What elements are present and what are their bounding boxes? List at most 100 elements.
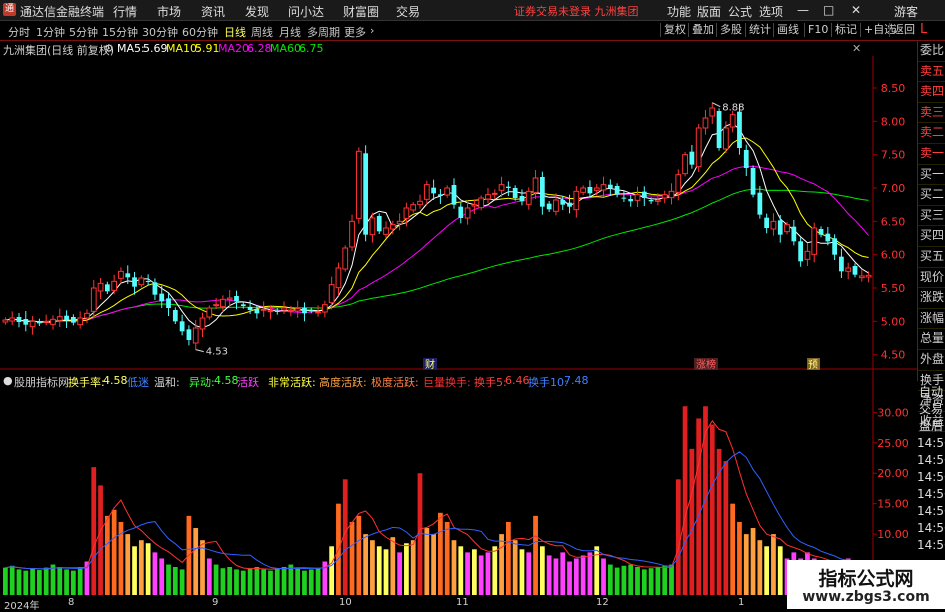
tab-15min[interactable]: 15分钟 <box>102 24 138 40</box>
candle-body-up <box>369 217 376 236</box>
trade-item-0[interactable]: 自动 <box>917 384 945 401</box>
candle-body-down <box>458 206 464 218</box>
trade-time-5: 14:56 <box>917 521 945 535</box>
price-tick-label: 8.00 <box>881 115 906 128</box>
menu-caifuquan[interactable]: 财富圈 <box>343 3 379 20</box>
ma10-value: 5.91 <box>195 42 220 55</box>
turnover-bar <box>159 558 165 595</box>
more-chevron-icon[interactable]: › <box>370 24 374 37</box>
ma60-value: 6.75 <box>299 42 324 55</box>
diejia-button[interactable]: 叠加 <box>688 23 717 37</box>
candle-body-up <box>315 311 321 314</box>
tab-5min[interactable]: 5分钟 <box>69 24 98 40</box>
side-item-1[interactable]: 卖五 <box>918 62 945 83</box>
back-button[interactable]: 返回 <box>889 23 918 37</box>
menu-xuanxiang[interactable]: 选项 <box>759 3 783 20</box>
side-item-4[interactable]: 卖二 <box>918 123 945 144</box>
candle-body-up <box>328 284 335 304</box>
turnover-bars <box>3 406 858 595</box>
turnover-bar <box>465 552 470 595</box>
chart-settings-icon[interactable]: ✕ <box>852 42 861 55</box>
maximize-icon[interactable]: □ <box>823 3 834 17</box>
turnover-bar <box>77 566 83 595</box>
price-chart[interactable]: 8.50 8.00 7.50 7.00 6.50 6.00 5.50 5.00 4.50 8.8… <box>0 56 917 370</box>
title-bar: 通 通达信金融终端 行情 市场 资讯 发现 问小达 财富圈 交易 证券交易未登录… <box>0 0 945 21</box>
price-tick-label: 7.00 <box>881 182 906 195</box>
side-item-5[interactable]: 卖一 <box>918 144 945 165</box>
tab-fenshi[interactable]: 分时 <box>8 24 30 40</box>
tab-more[interactable]: 更多 <box>344 24 366 40</box>
tab-multi-period[interactable]: 多周期 <box>307 24 340 40</box>
time-label: 8 <box>68 597 75 608</box>
side-item-2[interactable]: 卖四 <box>918 82 945 103</box>
turnover-tick-label: 25.00 <box>877 437 909 450</box>
turnover-chart[interactable]: 30.0025.0020.0015.0010.005.00 <box>0 370 917 597</box>
menu-jiaoyi[interactable]: 交易 <box>396 3 420 20</box>
candle-body-down <box>132 277 137 287</box>
menu-gongshi[interactable]: 公式 <box>728 3 752 20</box>
trade-item-1[interactable]: 交易 <box>917 401 945 418</box>
ma5-label: MA5: <box>117 42 145 55</box>
side-item-9[interactable]: 买四 <box>918 226 945 247</box>
huaxian-button[interactable]: 画线 <box>773 23 802 37</box>
side-item-15[interactable]: 外盘 <box>918 350 945 371</box>
candle-body-up <box>287 309 294 312</box>
candle-body-down <box>363 153 369 235</box>
candle-body-down <box>145 281 151 282</box>
side-item-13[interactable]: 涨幅 <box>918 309 945 330</box>
f10-button[interactable]: F10 <box>804 23 831 37</box>
trade-item-2[interactable]: 盘后 <box>917 418 945 435</box>
marker-cai[interactable]: 财 <box>425 358 435 370</box>
candle-body-up <box>593 187 600 191</box>
side-item-3[interactable]: 卖三 <box>918 103 945 124</box>
level-flag[interactable]: L <box>920 22 942 39</box>
side-item-11[interactable]: 现价 <box>918 268 945 289</box>
side-item-10[interactable]: 买五 <box>918 247 945 268</box>
login-warning[interactable]: 证券交易未登录 九洲集团 <box>514 3 639 19</box>
tab-daily[interactable]: 日线 <box>224 24 246 40</box>
turnover-bar <box>227 566 233 595</box>
tab-30min[interactable]: 30分钟 <box>142 24 178 40</box>
turnover-bar <box>349 521 355 595</box>
turnover-bar <box>16 569 22 595</box>
candle-body-up <box>770 220 777 230</box>
duogu-button[interactable]: 多股 <box>716 23 745 37</box>
tab-1min[interactable]: 1分钟 <box>36 24 65 40</box>
trade-time-1: 14:56 <box>917 453 945 467</box>
menu-hangqing[interactable]: 行情 <box>113 3 137 20</box>
tab-monthly[interactable]: 月线 <box>279 24 301 40</box>
minimize-icon[interactable]: — <box>797 3 809 17</box>
guest-label[interactable]: 游客 <box>894 3 918 20</box>
candle-body-down <box>64 315 69 320</box>
side-item-12[interactable]: 涨跌 <box>918 288 945 309</box>
marker-yu[interactable]: 预 <box>808 359 818 370</box>
turnover-bar <box>390 537 396 595</box>
fuquan-button[interactable]: 复权 <box>660 23 689 37</box>
candle-body-down <box>621 197 627 199</box>
candle-body-up <box>498 184 505 191</box>
menu-faxian[interactable]: 发现 <box>245 3 269 20</box>
candle-body-up <box>655 199 661 202</box>
tongji-button[interactable]: 统计 <box>745 23 774 37</box>
menu-zixun[interactable]: 资讯 <box>201 3 225 20</box>
candle-body-up <box>573 190 580 211</box>
menu-banmian[interactable]: 版面 <box>697 3 721 20</box>
side-item-0[interactable]: 委比 <box>918 41 945 62</box>
side-item-14[interactable]: 总量 <box>918 329 945 350</box>
biaoji-button[interactable]: 标记 <box>831 23 860 37</box>
side-item-8[interactable]: 买三 <box>918 206 945 227</box>
close-icon[interactable]: ✕ <box>851 3 861 17</box>
tab-60min[interactable]: 60分钟 <box>182 24 218 40</box>
menu-shichang[interactable]: 市场 <box>157 3 181 20</box>
side-item-6[interactable]: 买一 <box>918 165 945 186</box>
side-item-7[interactable]: 买二 <box>918 185 945 206</box>
candle-body-up <box>335 267 342 289</box>
candle-body-down <box>431 187 436 194</box>
menu-gongneng[interactable]: 功能 <box>667 3 691 20</box>
turnover-bar <box>771 534 776 595</box>
settings-gear-icon[interactable]: ⚙ <box>104 42 114 55</box>
menu-wenxiaoda[interactable]: 问小达 <box>288 3 324 20</box>
candle-body-up <box>485 194 491 200</box>
tab-weekly[interactable]: 周线 <box>251 24 273 40</box>
marker-zhangting[interactable]: 涨榜 <box>696 358 716 370</box>
